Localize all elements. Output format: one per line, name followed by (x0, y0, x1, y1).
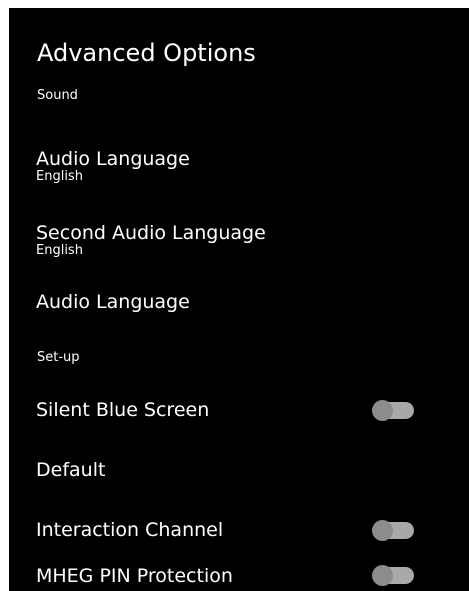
interaction-channel-toggle[interactable] (372, 520, 414, 541)
toggle-knob (372, 400, 393, 421)
toggle-knob (372, 520, 393, 541)
menu-item-label: Audio Language (36, 148, 190, 170)
mheg-pin-protection-toggle[interactable] (372, 565, 414, 586)
section-label-sound: Sound (37, 88, 78, 103)
silent-blue-screen-toggle[interactable] (372, 400, 414, 421)
menu-item-second-audio-language[interactable]: Second Audio Language English (36, 222, 436, 258)
menu-item-value: English (36, 169, 83, 184)
toggle-knob (372, 565, 393, 586)
menu-item-audio-language-2[interactable]: Audio Language (36, 291, 436, 314)
section-label-setup: Set-up (37, 350, 80, 365)
menu-item-audio-language[interactable]: Audio Language English (36, 148, 436, 184)
menu-item-default[interactable]: Default (36, 459, 436, 482)
menu-item-label: Default (36, 459, 106, 481)
menu-item-value: English (36, 243, 83, 258)
advanced-options-panel: Advanced Options Sound Audio Language En… (9, 8, 469, 591)
menu-item-label: Second Audio Language (36, 222, 266, 244)
menu-item-label: Audio Language (36, 291, 190, 313)
page-title: Advanced Options (37, 39, 256, 67)
